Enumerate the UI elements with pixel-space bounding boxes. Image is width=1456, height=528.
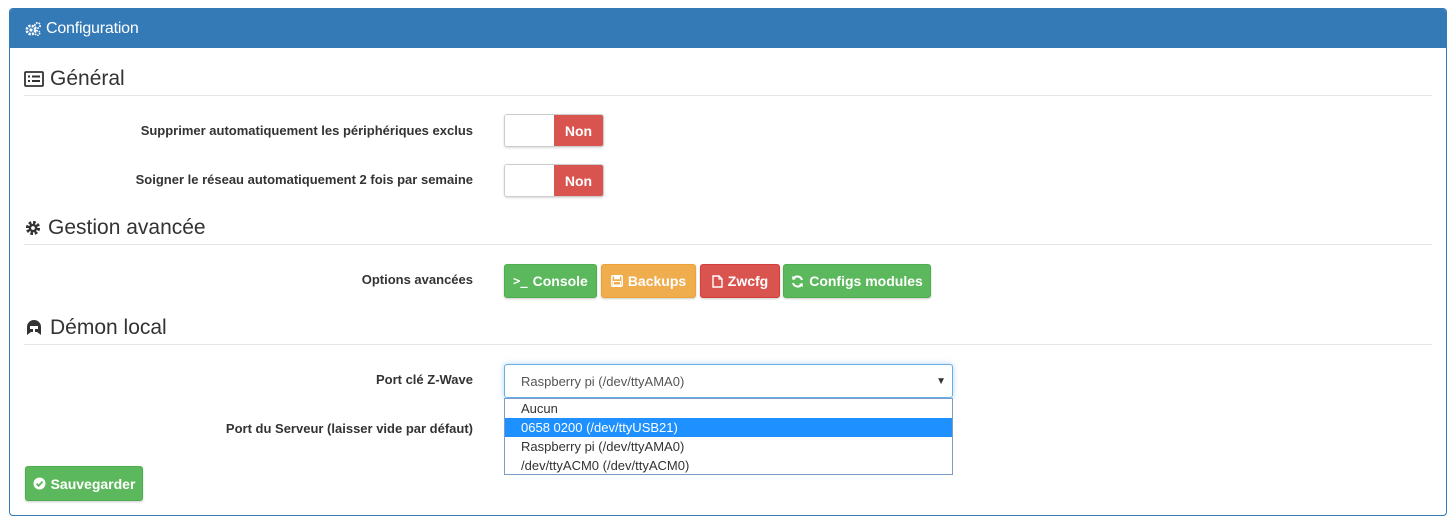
section-daemon: Démon local	[24, 312, 1432, 345]
console-button[interactable]: >_ Console	[504, 264, 597, 298]
port-option-usb21[interactable]: 0658 0200 (/dev/ttyUSB21)	[505, 418, 952, 437]
terminal-icon: >_	[513, 274, 528, 288]
configuration-panel: Configuration Général Supprimer automati…	[9, 8, 1447, 516]
label-server-port: Port du Serveur (laisser vide par défaut…	[225, 421, 473, 436]
cogs-icon	[24, 21, 42, 37]
zwave-port-selected-value: Raspberry pi (/dev/ttyAMA0)	[521, 373, 685, 389]
label-auto-remove: Supprimer automatiquement les périphériq…	[140, 123, 473, 138]
toggle-auto-remove[interactable]: Non	[504, 114, 604, 147]
toggle-handle	[505, 165, 554, 196]
port-option-ama0[interactable]: Raspberry pi (/dev/ttyAMA0)	[505, 437, 952, 456]
label-advanced-options: Options avancées	[361, 272, 473, 287]
section-title-advanced: Gestion avancée	[48, 216, 206, 239]
toggle-auto-heal[interactable]: Non	[504, 164, 604, 197]
label-auto-heal: Soigner le réseau automatiquement 2 fois…	[135, 172, 473, 187]
check-circle-icon	[33, 477, 46, 490]
toggle-state: Non	[554, 115, 603, 146]
file-icon	[712, 274, 723, 288]
section-title-general: Général	[50, 67, 125, 90]
zwave-port-options: Aucun 0658 0200 (/dev/ttyUSB21) Raspberr…	[504, 398, 953, 475]
helmet-icon	[24, 319, 44, 337]
section-general: Général	[24, 63, 1432, 96]
section-advanced: Gestion avancée	[24, 212, 1432, 245]
backups-button[interactable]: Backups	[601, 264, 696, 298]
configs-modules-button[interactable]: Configs modules	[783, 264, 931, 298]
section-title-daemon: Démon local	[50, 316, 167, 339]
chevron-down-icon: ▼	[936, 376, 946, 387]
list-icon	[24, 71, 44, 87]
panel-heading: Configuration	[10, 9, 1446, 48]
floppy-icon	[610, 275, 623, 287]
toggle-state: Non	[554, 165, 603, 196]
port-option-none[interactable]: Aucun	[505, 399, 952, 418]
port-option-acm0[interactable]: /dev/ttyACM0 (/dev/ttyACM0)	[505, 456, 952, 475]
label-zwave-port: Port clé Z-Wave	[375, 372, 473, 387]
gear-icon	[24, 219, 42, 237]
zwave-port-select[interactable]: Raspberry pi (/dev/ttyAMA0) ▼	[504, 364, 953, 398]
panel-title: Configuration	[46, 19, 139, 37]
zwcfg-button[interactable]: Zwcfg	[700, 264, 780, 298]
save-button[interactable]: Sauvegarder	[25, 466, 143, 501]
refresh-icon	[791, 275, 804, 288]
toggle-handle	[505, 115, 554, 146]
